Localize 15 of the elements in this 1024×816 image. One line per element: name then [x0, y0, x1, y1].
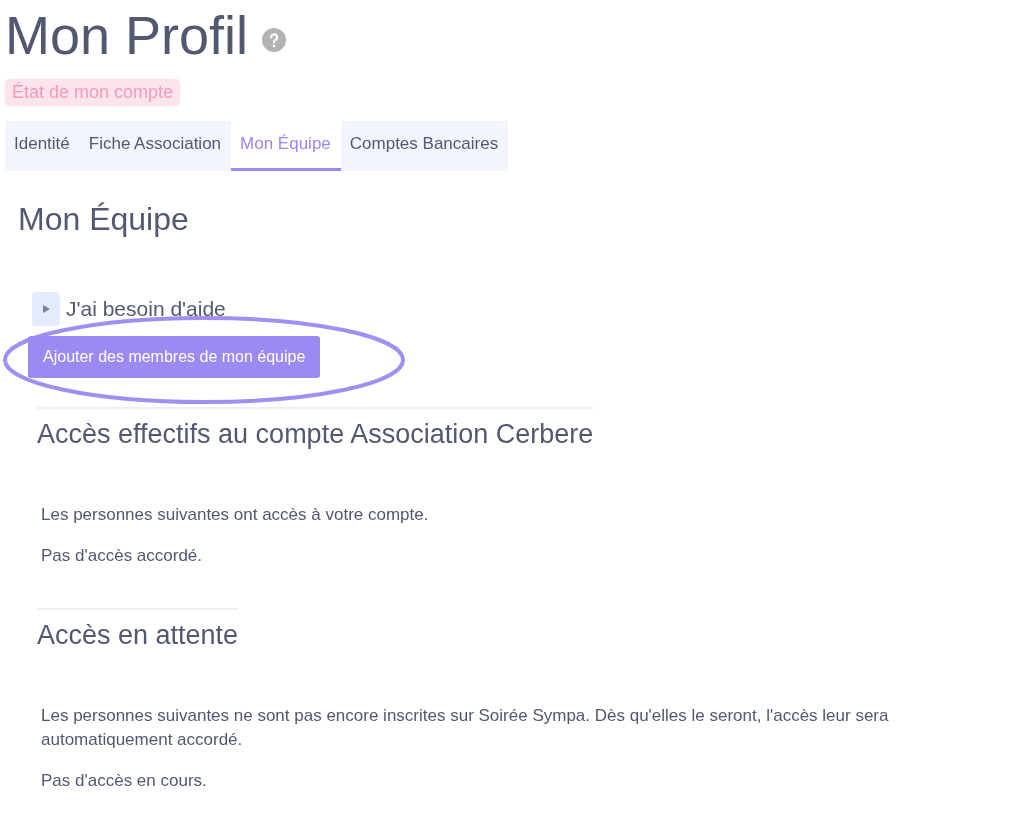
empty-message: Pas d'accès en cours. — [41, 771, 208, 791]
tab[interactable]: Fiche Association — [79, 121, 232, 171]
group-description: Les personnes suivantes ne sont pas encore inscrites sur Soirée Sympa. Dès qu'elles le seront, l'accès leur sera automatiquement accordé. — [41, 705, 890, 751]
group-title: Accès effectifs au compte Association Cerbere — [37, 407, 594, 450]
group-title: Accès en attente — [37, 608, 239, 651]
disclosure-toggle[interactable] — [32, 292, 60, 326]
tab[interactable]: Comptes Bancaires — [340, 121, 509, 171]
help-label[interactable]: J'ai besoin d'aide — [66, 297, 226, 321]
page-title: Mon Profil — [5, 8, 249, 62]
empty-message: Pas d'accès accordé. — [41, 546, 204, 566]
tab[interactable]: Identité — [5, 121, 80, 171]
group-description: Les personnes suivantes ont accès à votre compte. — [41, 504, 430, 526]
caret-icon — [42, 305, 50, 313]
section-title: Mon Équipe — [18, 201, 190, 238]
help-icon[interactable] — [262, 28, 287, 52]
